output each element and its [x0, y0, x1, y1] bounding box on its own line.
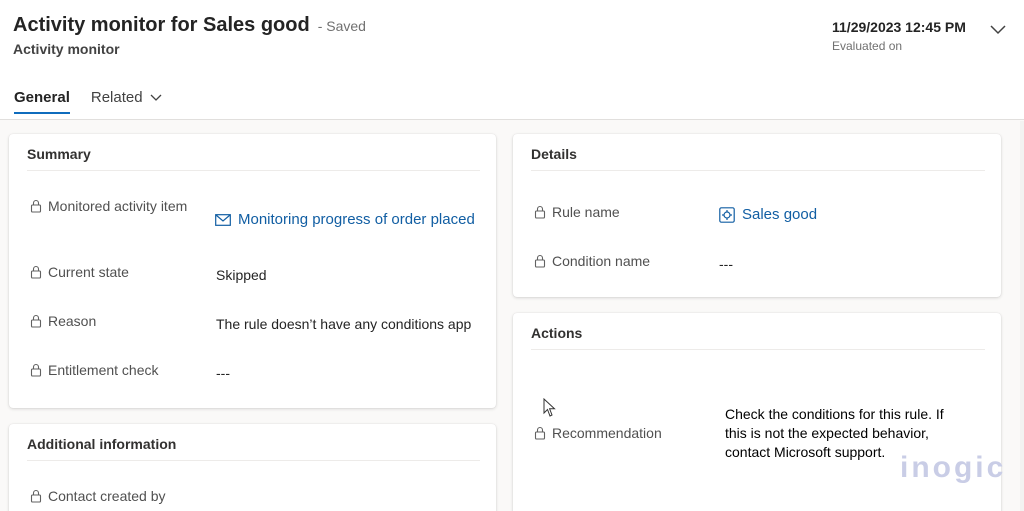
lock-icon — [534, 426, 546, 440]
actions-title: Actions — [531, 325, 583, 341]
tab-general[interactable]: General — [14, 80, 70, 114]
entitlement-check-label-text: Entitlement check — [48, 362, 159, 378]
condition-name-value: --- — [719, 256, 733, 272]
entitlement-check-value: --- — [216, 365, 230, 381]
evaluated-date: 11/29/2023 12:45 PM — [832, 19, 966, 35]
divider — [531, 349, 985, 350]
lock-icon — [30, 363, 42, 377]
entity-type-label: Activity monitor — [13, 41, 120, 57]
contact-created-by-label: Contact created by — [30, 486, 166, 507]
recommendation-label: Recommendation — [534, 423, 662, 444]
rule-icon — [719, 206, 735, 223]
lock-icon — [30, 265, 42, 279]
current-state-value: Skipped — [216, 267, 267, 283]
divider — [531, 170, 985, 171]
record-header: Activity monitor for Sales good - Saved … — [0, 0, 1024, 120]
condition-name-label-text: Condition name — [552, 253, 651, 269]
reason-label-text: Reason — [48, 313, 97, 329]
title-row: Activity monitor for Sales good - Saved — [13, 14, 366, 37]
summary-title: Summary — [27, 146, 91, 162]
current-state-label-text: Current state — [48, 264, 129, 280]
divider — [27, 170, 480, 171]
additional-info-title: Additional information — [27, 436, 177, 452]
current-state-label: Current state — [30, 262, 129, 283]
divider — [27, 460, 480, 461]
reason-value: The rule doesn’t have any conditions app — [216, 316, 472, 332]
summary-card: Summary Monitored activity item Monitori… — [9, 134, 496, 408]
rule-name-label-text: Rule name — [552, 204, 620, 220]
contact-created-by-label-text: Contact created by — [48, 488, 166, 504]
lock-icon — [30, 489, 42, 503]
chevron-down-icon — [150, 94, 162, 101]
details-card: Details Rule name Sales good Condition n… — [513, 134, 1001, 297]
tab-general-label: General — [14, 88, 70, 106]
mail-icon — [215, 213, 231, 226]
mouse-cursor-icon — [543, 398, 556, 417]
monitored-activity-label: Monitored activity item — [30, 196, 190, 217]
rule-name-label: Rule name — [534, 202, 620, 223]
rule-name-link[interactable]: Sales good — [719, 204, 817, 225]
evaluated-label: Evaluated on — [832, 39, 903, 53]
entitlement-check-label: Entitlement check — [30, 360, 159, 381]
lock-icon — [30, 314, 42, 328]
lock-icon — [534, 254, 546, 268]
scrollbar[interactable] — [1020, 121, 1024, 511]
monitored-activity-link[interactable]: Monitoring progress of order placed — [215, 209, 475, 230]
chevron-down-icon[interactable] — [989, 20, 1007, 38]
save-status: - Saved — [317, 18, 366, 34]
tab-related[interactable]: Related — [91, 80, 163, 114]
lock-icon — [30, 199, 42, 213]
additional-info-card: Additional information Contact created b… — [9, 424, 496, 511]
reason-label: Reason — [30, 311, 96, 332]
condition-name-label: Condition name — [534, 251, 650, 272]
page-title: Activity monitor for Sales good — [13, 14, 310, 36]
watermark-logo: inogic — [900, 451, 1007, 484]
tab-list: General Related — [14, 80, 163, 114]
lock-icon — [534, 205, 546, 219]
tab-related-label: Related — [90, 88, 143, 106]
rule-name-value: Sales good — [742, 206, 818, 223]
recommendation-label-text: Recommendation — [552, 425, 662, 441]
details-title: Details — [531, 146, 577, 162]
monitored-activity-label-text: Monitored activity item — [48, 198, 188, 214]
monitored-activity-value: Monitoring progress of order placed — [238, 211, 475, 228]
evaluated-on-field: 11/29/2023 12:45 PM Evaluated on — [832, 19, 966, 53]
